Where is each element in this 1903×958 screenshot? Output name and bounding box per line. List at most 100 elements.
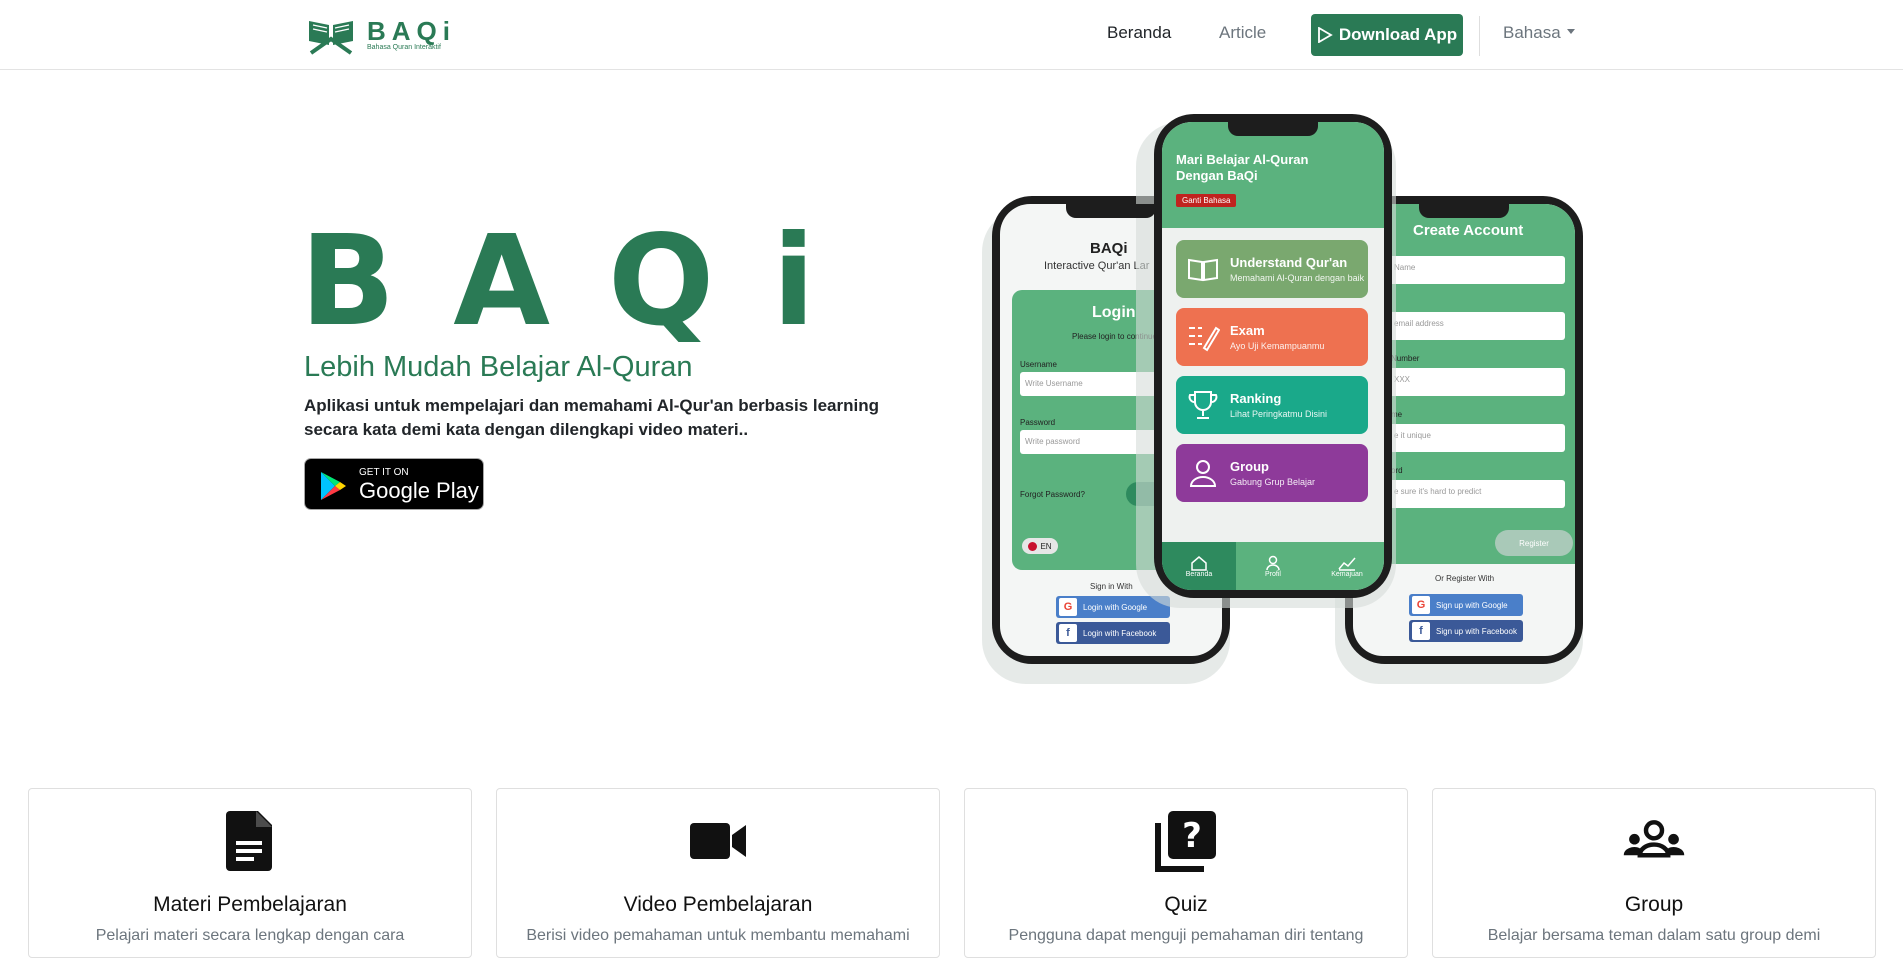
home-header-title: Mari Belajar Al-Quran Dengan BaQi (1176, 152, 1309, 183)
svg-text:?: ? (1182, 816, 1202, 856)
brand-logo[interactable]: BAQi Bahasa Quran Interaktif (305, 14, 456, 56)
hero-title: BAQi (300, 209, 874, 354)
home-header: Mari Belajar Al-Quran Dengan BaQi Ganti … (1162, 122, 1384, 228)
facebook-signup-button[interactable]: f Sign up with Facebook (1409, 620, 1523, 642)
phone-notch (1228, 122, 1318, 136)
facebook-login-button[interactable]: f Login with Facebook (1056, 622, 1170, 644)
language-code: EN (1040, 541, 1052, 551)
feature-card-materi: Materi Pembelajaran Pelajari materi seca… (28, 788, 472, 958)
checklist-pencil-icon (1189, 326, 1220, 352)
google-login-label: Login with Google (1083, 602, 1148, 612)
hero-description: Aplikasi untuk mempelajari dan memahami … (304, 396, 879, 439)
google-play-badge[interactable]: GET IT ON Google Play (304, 458, 484, 510)
tab-label: Kemajuan (1331, 570, 1363, 578)
facebook-icon: f (1059, 624, 1077, 642)
name-input[interactable]: Name (1389, 256, 1565, 284)
change-language-button[interactable]: Ganti Bahasa (1176, 194, 1237, 207)
menu-title: Exam (1230, 323, 1265, 338)
menu-subtitle: Gabung Grup Belajar (1230, 477, 1316, 487)
quran-book-icon (309, 21, 353, 55)
username-label: Username (1020, 360, 1057, 369)
user-group-icon (1189, 460, 1217, 487)
menu-ranking[interactable]: Ranking Lihat Peringkatmu Disini (1176, 376, 1368, 434)
store-small-text: GET IT ON (359, 467, 409, 478)
feature-desc: Pelajari materi secara lengkap dengan ca… (95, 927, 405, 944)
menu-title: Understand Qur'an (1230, 255, 1348, 270)
bottom-tab-bar: Beranda Profil Kemajuan (1162, 542, 1384, 590)
password-label: Password (1020, 418, 1056, 427)
menu-group[interactable]: Group Gabung Grup Belajar (1176, 444, 1368, 502)
feature-title: Group (1624, 893, 1684, 916)
phone-home-mockup: Mari Belajar Al-Quran Dengan BaQi Ganti … (1154, 114, 1392, 598)
or-register-label: Or Register With (1435, 574, 1495, 583)
brand-name: BAQi (367, 16, 456, 46)
language-toggle[interactable]: EN (1022, 538, 1058, 554)
document-icon (226, 811, 272, 871)
language-dropdown[interactable]: Bahasa (1503, 23, 1575, 43)
download-app-label: Download App (1338, 25, 1458, 44)
menu-subtitle: Memahami Al-Quran dengan baik (1230, 273, 1365, 283)
feature-desc: Berisi video pemahaman untuk membantu me… (526, 927, 910, 944)
phone-input[interactable]: XXX (1389, 368, 1565, 396)
quiz-icon: ? (1155, 811, 1216, 872)
caret-down-icon (1566, 29, 1575, 34)
menu-understand-quran[interactable]: Understand Qur'an Memahami Al-Quran deng… (1176, 240, 1368, 298)
menu-subtitle: Ayo Uji Kemampuanmu (1230, 341, 1325, 351)
google-icon: G (1412, 596, 1430, 614)
menu-title: Group (1230, 459, 1269, 474)
feature-card-quiz: ? Quiz Pengguna dapat menguji pemahaman … (964, 788, 1408, 958)
feature-desc: Pengguna dapat menguji pemahaman diri te… (1008, 927, 1364, 944)
tab-profil[interactable]: Profil (1236, 542, 1310, 590)
menu-exam[interactable]: Exam Ayo Uji Kemampuanmu (1176, 308, 1368, 366)
tab-kemajuan[interactable]: Kemajuan (1310, 542, 1384, 590)
nav-article-link[interactable]: Article (1219, 23, 1266, 43)
google-icon: G (1059, 598, 1077, 616)
app-name: BAQi (1090, 240, 1128, 257)
user-icon (1266, 555, 1280, 570)
create-account-title: Create Account (1413, 222, 1524, 239)
store-big-text: Google Play (359, 478, 479, 503)
facebook-icon: f (1412, 622, 1430, 640)
forgot-password-link[interactable]: Forgot Password? (1020, 490, 1085, 499)
navbar: BAQi Bahasa Quran Interaktif Beranda Art… (0, 0, 1903, 70)
sign-in-with-label: Sign in With (1090, 582, 1133, 591)
facebook-signup-label: Sign up with Facebook (1436, 626, 1517, 636)
facebook-login-label: Login with Facebook (1083, 628, 1157, 638)
feature-title: Video Pembelajaran (623, 893, 813, 916)
language-label: Bahasa (1503, 23, 1561, 42)
trophy-icon (1188, 391, 1218, 419)
home-icon (1191, 555, 1207, 571)
register-button[interactable]: Register (1495, 530, 1573, 556)
feature-card-group: Group Belajar bersama teman dalam satu g… (1432, 788, 1876, 958)
feature-card-video: Video Pembelajaran Berisi video pemahama… (496, 788, 940, 958)
hero-subtitle: Lebih Mudah Belajar Al-Quran (304, 351, 693, 383)
group-icon (1623, 820, 1685, 858)
phone-notch (1066, 204, 1156, 218)
email-input[interactable]: email address (1389, 312, 1565, 340)
username-input[interactable]: e it unique (1389, 424, 1565, 452)
download-app-button[interactable]: Download App (1311, 14, 1463, 56)
home-screen: Mari Belajar Al-Quran Dengan BaQi Ganti … (1162, 122, 1384, 590)
app-tagline: Interactive Qur'an Lar (1044, 260, 1150, 272)
feature-title: Materi Pembelajaran (153, 893, 347, 916)
phone-notch (1419, 204, 1509, 218)
tab-beranda[interactable]: Beranda (1162, 542, 1236, 590)
feature-title: Quiz (1164, 893, 1208, 916)
nav-divider (1479, 16, 1480, 56)
password-input[interactable]: e sure it's hard to predict (1389, 480, 1565, 508)
menu-title: Ranking (1230, 391, 1282, 406)
google-signup-button[interactable]: G Sign up with Google (1409, 594, 1523, 616)
google-signup-label: Sign up with Google (1436, 600, 1508, 610)
login-title: Login (1092, 304, 1136, 321)
flag-icon (1028, 541, 1038, 551)
feature-desc: Belajar bersama teman dalam satu group d… (1487, 927, 1821, 944)
tab-label: Beranda (1185, 570, 1213, 578)
play-store-icon (1317, 27, 1333, 43)
menu-subtitle: Lihat Peringkatmu Disini (1230, 409, 1328, 419)
line-chart-icon (1338, 557, 1356, 571)
google-play-icon (321, 472, 346, 500)
open-book-icon (1188, 258, 1218, 282)
video-camera-icon (690, 823, 746, 859)
nav-home-link[interactable]: Beranda (1107, 23, 1171, 43)
tab-label: Profil (1265, 570, 1281, 578)
